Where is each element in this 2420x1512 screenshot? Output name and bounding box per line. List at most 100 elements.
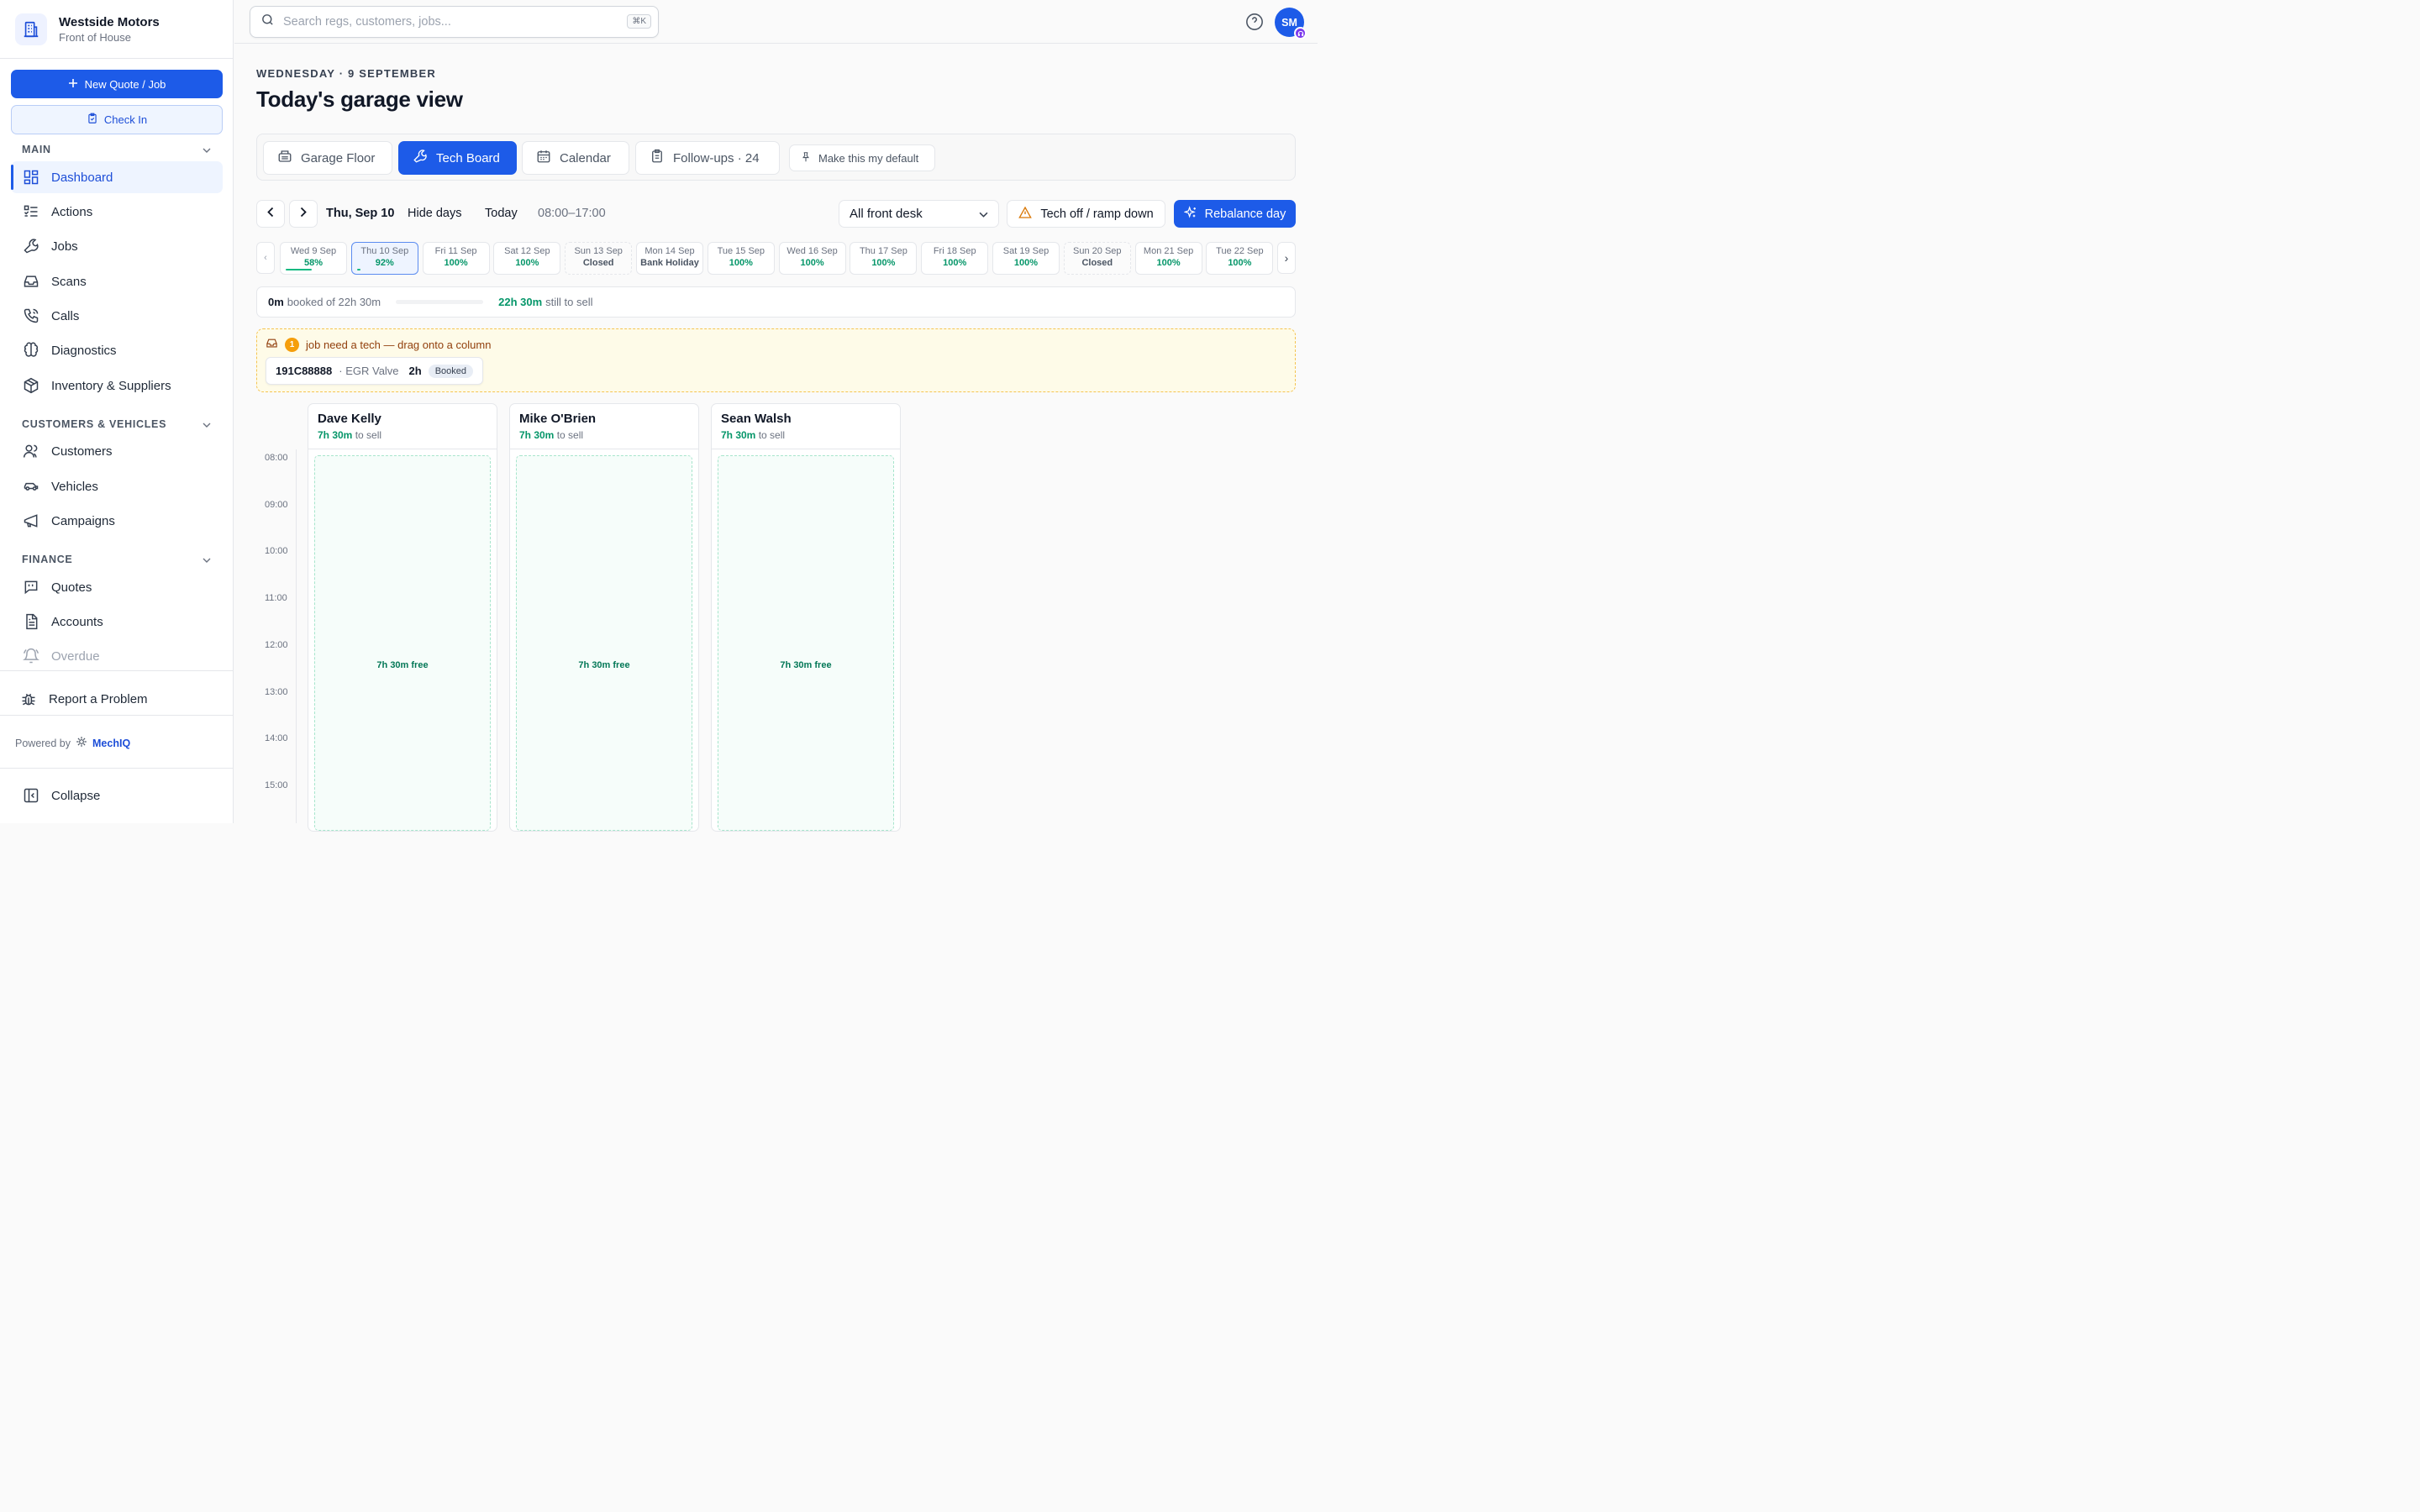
- help-icon[interactable]: [1245, 13, 1264, 35]
- day-label: Sat 12 Sep: [504, 246, 550, 256]
- tab-follow-ups[interactable]: Follow-ups · 24: [635, 141, 780, 175]
- sidebar-item-label: Jobs: [51, 239, 78, 254]
- sidebar-item-quotes[interactable]: Quotes: [11, 571, 223, 603]
- free-time-label: 7h 30m free: [780, 660, 832, 670]
- section-customers-vehicles[interactable]: CUSTOMERS & VEHICLES: [22, 418, 211, 430]
- search-shortcut: ⌘K: [627, 14, 651, 29]
- sidebar-item-label: Inventory & Suppliers: [51, 378, 171, 393]
- tech-name: Sean Walsh: [721, 412, 792, 426]
- tech-column[interactable]: Mike O'Brien 7h 30m to sell 7h 30m free: [509, 403, 699, 832]
- unassigned-header: 1 job need a tech — drag onto a column: [266, 337, 491, 352]
- sidebar-item-dashboard[interactable]: Dashboard: [11, 161, 223, 193]
- time-slot-label: 08:00: [265, 453, 288, 463]
- previous-day-button[interactable]: [256, 200, 285, 228]
- job-separator: ·: [339, 365, 343, 377]
- day-chip[interactable]: Thu 17 Sep 100%: [850, 242, 918, 275]
- day-label: Mon 21 Sep: [1143, 246, 1194, 256]
- avatar[interactable]: SM: [1275, 8, 1307, 39]
- chevron-left-icon: [267, 207, 274, 222]
- days-scroll-left[interactable]: ‹: [256, 242, 275, 274]
- hide-days-button[interactable]: Hide days: [408, 207, 461, 220]
- sidebar-item-vehicles[interactable]: Vehicles: [11, 470, 223, 502]
- front-desk-select[interactable]: All front desk: [839, 200, 999, 228]
- sidebar-item-calls[interactable]: Calls: [11, 300, 223, 332]
- days-scroll-right[interactable]: ›: [1277, 242, 1296, 274]
- sidebar-item-diagnostics[interactable]: Diagnostics: [11, 334, 223, 366]
- make-default-button[interactable]: Make this my default: [789, 144, 935, 171]
- report-problem-button[interactable]: Report a Problem: [11, 683, 223, 715]
- day-chip[interactable]: Mon 21 Sep 100%: [1134, 242, 1202, 275]
- tech-column[interactable]: Sean Walsh 7h 30m to sell 7h 30m free: [711, 403, 901, 832]
- collapse-label: Collapse: [51, 788, 101, 803]
- day-label: Tue 22 Sep: [1216, 246, 1264, 256]
- divider: [0, 715, 233, 716]
- sidebar-item-inventory[interactable]: Inventory & Suppliers: [11, 370, 223, 402]
- sidebar-item-campaigns[interactable]: Campaigns: [11, 505, 223, 537]
- tab-garage-floor[interactable]: Garage Floor: [263, 141, 392, 175]
- section-finance[interactable]: FINANCE: [22, 554, 211, 565]
- day-label: Sun 13 Sep: [574, 246, 623, 256]
- day-chip[interactable]: Wed 9 Sep 58%: [280, 242, 347, 275]
- day-chip[interactable]: Sat 12 Sep 100%: [493, 242, 561, 275]
- section-main[interactable]: MAIN: [22, 144, 211, 155]
- search-box[interactable]: ⌘K: [250, 6, 659, 38]
- day-utilisation: 92%: [375, 258, 394, 268]
- brand[interactable]: Westside Motors Front of House: [15, 12, 160, 47]
- users-icon: [22, 442, 40, 460]
- unassigned-job-card[interactable]: 191C88888 · EGR Valve 2h Booked: [266, 357, 484, 385]
- time-slot-label: 09:00: [265, 499, 288, 510]
- free-slot-dropzone[interactable]: 7h 30m free: [718, 455, 894, 831]
- tech-capacity: 7h 30m to sell: [519, 429, 698, 441]
- front-desk-value: All front desk: [850, 207, 923, 221]
- new-quote-job-button[interactable]: New Quote / Job: [11, 70, 223, 98]
- tech-to-sell: 7h 30m: [721, 429, 756, 441]
- tech-capacity: 7h 30m to sell: [721, 429, 900, 441]
- job-description: · EGR Valve: [339, 365, 398, 377]
- sidebar: Westside Motors Front of House New Quote…: [0, 0, 234, 823]
- sidebar-item-label: Actions: [51, 204, 93, 219]
- sidebar-item-actions[interactable]: Actions: [11, 196, 223, 228]
- day-chip[interactable]: Fri 18 Sep 100%: [921, 242, 989, 275]
- rebalance-label: Rebalance day: [1204, 207, 1286, 221]
- clipboard-list-icon: [650, 149, 665, 167]
- search-input[interactable]: [283, 15, 611, 29]
- section-finance-label: FINANCE: [22, 554, 73, 565]
- job-status-badge: Booked: [428, 364, 474, 378]
- list-checks-icon: [22, 202, 40, 221]
- tech-off-button[interactable]: Tech off / ramp down: [1007, 200, 1165, 228]
- day-chip[interactable]: Tue 22 Sep 100%: [1206, 242, 1274, 275]
- sidebar-item-accounts[interactable]: Accounts: [11, 606, 223, 638]
- collapse-button[interactable]: Collapse: [11, 780, 223, 811]
- sidebar-item-overdue[interactable]: Overdue: [11, 640, 223, 672]
- day-label: Tue 15 Sep: [717, 246, 765, 256]
- day-chip[interactable]: Tue 15 Sep 100%: [707, 242, 775, 275]
- sidebar-item-scans[interactable]: Scans: [11, 265, 223, 297]
- day-utilisation: 100%: [800, 258, 824, 268]
- free-slot-dropzone[interactable]: 7h 30m free: [314, 455, 491, 831]
- day-chip[interactable]: Sun 20 Sep Closed: [1063, 242, 1131, 275]
- sidebar-item-customers[interactable]: Customers: [11, 435, 223, 467]
- day-chip[interactable]: Mon 14 Sep Bank Holiday: [636, 242, 703, 275]
- tech-column-header: Sean Walsh 7h 30m to sell: [712, 404, 900, 449]
- tech-column[interactable]: Dave Kelly 7h 30m to sell 7h 30m free: [308, 403, 497, 832]
- check-in-button[interactable]: Check In: [11, 105, 223, 134]
- day-chip[interactable]: Wed 16 Sep 100%: [778, 242, 846, 275]
- free-time-label: 7h 30m free: [578, 660, 630, 670]
- tab-calendar[interactable]: Calendar: [522, 141, 629, 175]
- free-slot-dropzone[interactable]: 7h 30m free: [516, 455, 692, 831]
- day-chip[interactable]: Sat 19 Sep 100%: [992, 242, 1060, 275]
- day-chip[interactable]: Thu 10 Sep 92%: [350, 242, 418, 275]
- sidebar-item-jobs[interactable]: Jobs: [11, 230, 223, 262]
- remaining-time: 22h 30m: [498, 296, 543, 308]
- rebalance-day-button[interactable]: Rebalance day: [1174, 200, 1296, 228]
- today-button[interactable]: Today: [485, 207, 518, 220]
- board-toolbar: Thu, Sep 10 Hide days Today 08:00–17:00 …: [256, 200, 1296, 228]
- current-date: Thu, Sep 10: [326, 207, 395, 220]
- tab-tech-board[interactable]: Tech Board: [398, 141, 517, 175]
- day-chip[interactable]: Fri 11 Sep 100%: [422, 242, 490, 275]
- sidebar-item-label: Accounts: [51, 614, 103, 629]
- day-utilisation: 100%: [1013, 258, 1039, 268]
- next-day-button[interactable]: [289, 200, 318, 228]
- day-chip[interactable]: Sun 13 Sep Closed: [565, 242, 633, 275]
- powered-by[interactable]: Powered by MechIQ: [15, 736, 130, 750]
